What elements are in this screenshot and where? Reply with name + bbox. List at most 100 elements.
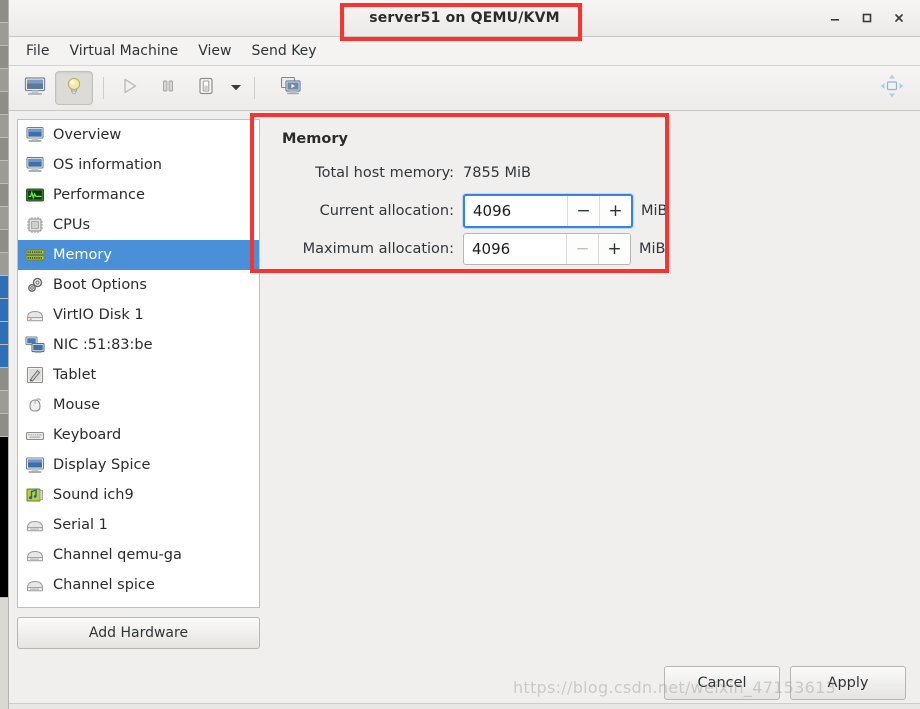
chevron-down-icon (230, 80, 242, 96)
computer-icon (25, 155, 45, 175)
tablet-icon (25, 365, 45, 385)
sidebar-item-tablet[interactable]: Tablet (18, 360, 259, 390)
sidebar-item-overview[interactable]: Overview (18, 120, 259, 150)
add-hardware-button[interactable]: Add Hardware (17, 617, 260, 649)
menu-bar: File Virtual Machine View Send Key (9, 37, 920, 66)
sidebar-item-display-spice[interactable]: Display Spice (18, 450, 259, 480)
minimize-icon[interactable] (820, 3, 850, 33)
sidebar-item-label: Keyboard (53, 427, 122, 443)
sidebar-item-label: Display Spice (53, 457, 151, 473)
window-controls (820, 0, 914, 36)
sidebar-item-mouse[interactable]: Mouse (18, 390, 259, 420)
fullscreen-icon (879, 73, 905, 103)
close-icon[interactable] (884, 3, 914, 33)
current-allocation-stepper[interactable]: 4096 − + (463, 194, 633, 228)
hardware-sidebar: Overview OS information Performance CPUs… (17, 119, 260, 657)
pause-button[interactable] (150, 72, 186, 104)
sidebar-item-channel-spice[interactable]: Channel spice (18, 570, 259, 600)
sidebar-item-cpus[interactable]: CPUs (18, 210, 259, 240)
sidebar-item-label: CPUs (53, 217, 91, 233)
mouse-icon (25, 395, 45, 415)
sidebar-item-label: Tablet (53, 367, 97, 383)
sidebar-item-label: NIC :51:83:be (53, 337, 153, 353)
menu-item-virtual-machine[interactable]: Virtual Machine (60, 40, 187, 62)
sidebar-item-label: Channel qemu-ga (53, 547, 182, 563)
maximum-allocation-plus-button[interactable]: + (598, 234, 630, 264)
current-allocation-unit: MiB (641, 203, 668, 219)
display-icon (25, 605, 45, 607)
menu-item-file[interactable]: File (17, 40, 58, 62)
current-allocation-input[interactable]: 4096 (465, 196, 567, 226)
play-icon (121, 77, 139, 99)
total-host-memory-row: Total host memory: 7855 MiB (282, 156, 896, 190)
details-body: Overview OS information Performance CPUs… (9, 111, 920, 657)
serial-icon (25, 515, 45, 535)
maximum-allocation-row: Maximum allocation: 4096 − + MiB (282, 232, 896, 266)
cpu-icon (25, 215, 45, 235)
sidebar-item-label: VirtIO Disk 1 (53, 307, 144, 323)
virt-manager-window: server51 on QEMU/KVM File Virtual Machin… (9, 0, 920, 709)
maximum-allocation-stepper[interactable]: 4096 − + (463, 233, 631, 265)
menu-item-view[interactable]: View (189, 40, 240, 62)
window-title: server51 on QEMU/KVM (369, 10, 560, 26)
maximum-allocation-minus-button: − (566, 234, 598, 264)
serial-icon (25, 575, 45, 595)
memory-heading: Memory (282, 131, 348, 147)
current-allocation-plus-button[interactable]: + (599, 196, 631, 226)
show-details-button[interactable] (55, 71, 93, 105)
maximum-allocation-label: Maximum allocation: (302, 241, 454, 257)
current-allocation-label: Current allocation: (319, 203, 454, 219)
sidebar-item-label: Serial 1 (53, 517, 108, 533)
sidebar-item-label: Performance (53, 187, 145, 203)
watermark-text: https://blog.csdn.net/weixin_47153613 (512, 678, 837, 697)
sidebar-item-video-qxl[interactable]: Video QXL (18, 600, 259, 608)
current-allocation-row: Current allocation: 4096 − + MiB (282, 194, 896, 228)
sidebar-item-label: Overview (53, 127, 122, 143)
sidebar-item-label: Memory (53, 247, 112, 263)
sidebar-item-sound-ich9[interactable]: Sound ich9 (18, 480, 259, 510)
sidebar-item-channel-qemu-ga[interactable]: Channel qemu-ga (18, 540, 259, 570)
sidebar-item-virtio-disk-1[interactable]: VirtIO Disk 1 (18, 300, 259, 330)
sidebar-item-label: OS information (53, 157, 162, 173)
title-bar: server51 on QEMU/KVM (9, 0, 920, 37)
network-icon (25, 335, 45, 355)
chart-icon (25, 185, 45, 205)
sidebar-item-serial-1[interactable]: Serial 1 (18, 510, 259, 540)
toolbar (9, 66, 920, 111)
snapshots-button[interactable] (273, 72, 309, 104)
sidebar-item-label: Mouse (53, 397, 101, 413)
sidebar-item-label: Sound ich9 (53, 487, 134, 503)
sidebar-item-boot-options[interactable]: Boot Options (18, 270, 259, 300)
sidebar-item-os-information[interactable]: OS information (18, 150, 259, 180)
total-host-memory-value: 7855 MiB (463, 165, 531, 181)
shutdown-menu-button[interactable] (226, 72, 246, 104)
sidebar-item-label: Video QXL (53, 607, 128, 608)
sidebar-item-nic[interactable]: NIC :51:83:be (18, 330, 259, 360)
gears-icon (25, 275, 45, 295)
window-bottom-edge (9, 703, 920, 709)
sound-card-icon (25, 485, 45, 505)
serial-icon (25, 545, 45, 565)
shutdown-button[interactable] (188, 72, 224, 104)
pause-icon (159, 77, 177, 99)
maximize-icon[interactable] (852, 3, 882, 33)
toolbar-separator (103, 77, 104, 99)
sidebar-item-memory[interactable]: Memory (18, 240, 259, 270)
current-allocation-minus-button[interactable]: − (567, 196, 599, 226)
maximum-allocation-unit: MiB (639, 241, 666, 257)
fullscreen-button[interactable] (874, 72, 910, 104)
computer-icon (25, 125, 45, 145)
display-icon (25, 455, 45, 475)
sidebar-item-performance[interactable]: Performance (18, 180, 259, 210)
menu-item-send-key[interactable]: Send Key (242, 40, 325, 62)
monitor-icon (24, 76, 46, 100)
sidebar-item-label: Boot Options (53, 277, 147, 293)
power-switch-icon (196, 76, 216, 100)
toolbar-separator (254, 77, 255, 99)
dialog-footer: https://blog.csdn.net/weixin_47153613 Ca… (9, 657, 920, 709)
sidebar-item-keyboard[interactable]: Keyboard (18, 420, 259, 450)
run-button[interactable] (112, 72, 148, 104)
hardware-list[interactable]: Overview OS information Performance CPUs… (17, 119, 260, 608)
show-console-button[interactable] (17, 72, 53, 104)
maximum-allocation-input[interactable]: 4096 (464, 234, 566, 264)
